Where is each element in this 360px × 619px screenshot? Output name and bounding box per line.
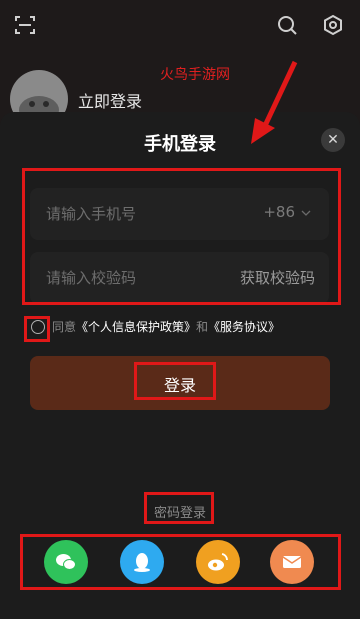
annotation-arrow-icon bbox=[251, 60, 298, 144]
watermark-text: 火鸟手游网 bbox=[160, 67, 230, 83]
annotation-box-password-login bbox=[144, 492, 214, 524]
settings-icon[interactable] bbox=[322, 14, 344, 36]
annotation-box-fields bbox=[22, 168, 341, 305]
login-now-link[interactable]: 立即登录 bbox=[78, 88, 142, 112]
agreement-text: 同意《个人信息保护政策》和《服务协议》 bbox=[52, 318, 280, 335]
search-icon[interactable] bbox=[276, 14, 298, 36]
privacy-policy-link[interactable]: 《个人信息保护政策》 bbox=[76, 320, 196, 334]
annotation-box-social bbox=[20, 534, 341, 590]
sheet-title: 手机登录 bbox=[144, 134, 216, 155]
scan-icon[interactable] bbox=[14, 14, 36, 36]
close-button[interactable]: ✕ bbox=[321, 128, 345, 152]
annotation-box-login bbox=[134, 362, 216, 400]
agree-and: 和 bbox=[196, 320, 209, 334]
service-agreement-link[interactable]: 《服务协议》 bbox=[208, 320, 280, 334]
annotation-box-checkbox bbox=[24, 316, 50, 342]
agree-prefix: 同意 bbox=[52, 320, 77, 334]
